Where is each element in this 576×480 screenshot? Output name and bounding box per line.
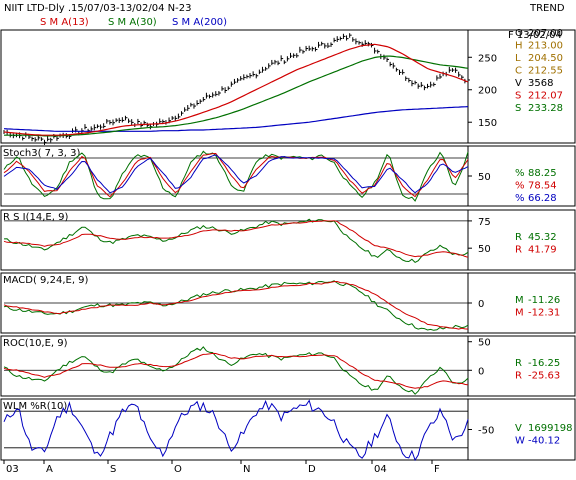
rsi-readout-value: 41.79 <box>528 245 557 256</box>
price-readout-value: 3568 <box>528 78 553 89</box>
stoch-readout-value: 66.28 <box>528 193 557 204</box>
rsi-readout-label: R <box>515 232 522 243</box>
price-readout-value: 213.00 <box>528 41 563 52</box>
roc-series-2-line <box>3 352 469 389</box>
wlm-title: WLM %R(10) <box>3 401 67 412</box>
stoch-readout-label: % <box>515 168 525 179</box>
macd-series-2-line <box>3 280 469 330</box>
wlm-readout-label: V <box>515 423 522 434</box>
x-axis: 03 A S O N D 04 F <box>3 460 440 475</box>
price-readout-value: 233.28 <box>528 103 563 114</box>
wlm-readout-value: -40.12 <box>528 436 560 447</box>
chart-title: NIIT LTD-Dly .15/07/03-13/02/04 N-23 <box>4 3 191 14</box>
roc-tick-label: 0 <box>478 366 484 377</box>
rsi-tick-label: 50 <box>478 244 491 255</box>
stoch-title: Stoch3( 7, 3, 3) <box>3 148 80 159</box>
price-readout-value: 212.55 <box>528 66 563 77</box>
x-tick-label: 03 <box>6 464 19 475</box>
sma30-line <box>4 55 469 137</box>
wlm-tick-label: -50 <box>478 426 494 437</box>
x-tick-label: A <box>46 464 53 475</box>
sma200-line <box>3 106 469 132</box>
price-readout-label: O <box>515 28 523 39</box>
price-readout-value: 212.07 <box>528 91 563 102</box>
wlm-series-1-line <box>3 399 469 462</box>
price-readout-label: S <box>515 91 521 102</box>
stoch-readout-label: % <box>515 193 525 204</box>
trend-label: TREND <box>529 3 565 14</box>
price-tick-label: 200 <box>478 86 497 97</box>
wlm-readout-label: W <box>515 436 525 447</box>
roc-readout-value: -25.63 <box>528 371 560 382</box>
price-readout-value: 207.00 <box>528 28 563 39</box>
macd-title: MACD( 9,24,E, 9) <box>3 275 89 286</box>
stoch-readout-label: % <box>515 181 525 192</box>
rsi-tick-label: 75 <box>478 217 491 228</box>
stock-chart: NIIT LTD-Dly .15/07/03-13/02/04 N-23 TRE… <box>0 3 576 475</box>
x-tick-label: O <box>174 464 182 475</box>
macd-series-1-line <box>3 280 469 331</box>
price-readout-label: S <box>515 103 521 114</box>
price-readout-label: L <box>515 53 521 64</box>
price-readout-label: C <box>515 66 522 77</box>
roc-title: ROC(10,E, 9) <box>3 338 68 349</box>
macd-readout-value: -11.26 <box>528 295 560 306</box>
macd-readout-value: -12.31 <box>528 308 560 319</box>
rsi-readout-value: 45.32 <box>528 232 557 243</box>
price-readout-value: 204.50 <box>528 53 563 64</box>
price-tick-label: 250 <box>478 53 497 64</box>
rsi-readout-label: R <box>515 245 522 256</box>
price-tick-label: 150 <box>478 118 497 129</box>
stoch-tick-label: 50 <box>478 172 491 183</box>
price-readout-label: V <box>515 78 522 89</box>
x-tick-label: 04 <box>374 464 387 475</box>
macd-tick-label: 0 <box>478 299 484 310</box>
rsi-title: R S I(14,E, 9) <box>3 212 68 223</box>
stoch-readout-value: 78.54 <box>528 181 557 192</box>
price-readout-label: H <box>515 41 523 52</box>
sma200-label: S M A(200) <box>172 17 227 28</box>
roc-readout-value: -16.25 <box>528 358 560 369</box>
rsi-series-1-line <box>3 218 469 264</box>
roc-tick-label: 50 <box>478 338 491 349</box>
panels: 150 200 250 O 207.00 H 213.00 L 204.50 C 212.55 V 35… <box>0 28 576 462</box>
sma13-label: S M A(13) <box>40 17 89 28</box>
stoch-readout-value: 88.25 <box>528 168 557 179</box>
roc-readout-label: R <box>515 358 522 369</box>
macd-readout-label: M <box>515 308 524 319</box>
wlm-readout-value: 1699198 <box>528 423 573 434</box>
rsi-series-2-line <box>3 220 469 258</box>
x-tick-label: F <box>434 464 440 475</box>
macd-readout-label: M <box>515 295 524 306</box>
x-tick-label: N <box>243 464 250 475</box>
roc-readout-label: R <box>515 371 522 382</box>
x-tick-label: S <box>110 464 116 475</box>
sma13-line <box>3 43 469 136</box>
x-tick-label: D <box>308 464 316 475</box>
sma30-label: S M A(30) <box>108 17 157 28</box>
